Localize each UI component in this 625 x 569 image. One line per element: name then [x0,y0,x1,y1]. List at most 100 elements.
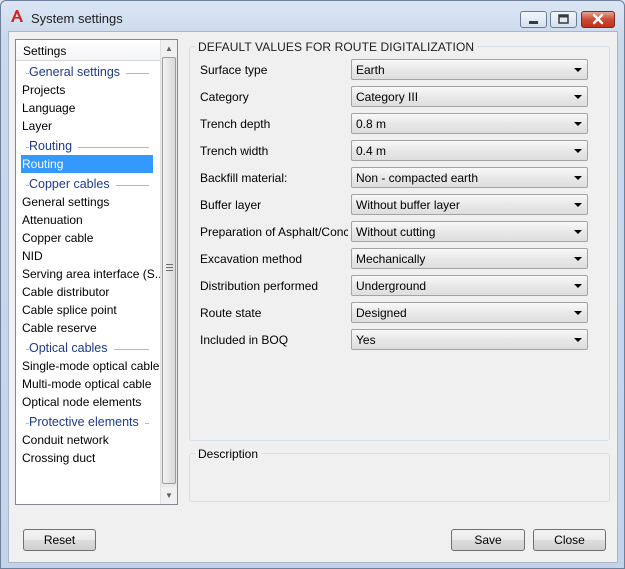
chevron-down-icon [574,311,582,315]
field-label: Trench depth [200,117,271,131]
chevron-down-icon [574,230,582,234]
field-label: Excavation method [200,252,303,266]
dropdown-value: Yes [356,333,376,347]
tree-group-header: Copper cables [16,175,161,193]
tree-group-label: Copper cables [29,177,116,191]
settings-tree: Settings General settings Projects Languag… [15,39,178,505]
scroll-up-arrow-icon[interactable]: ▲ [161,40,177,57]
field-dropdown[interactable]: 0.8 m [351,113,588,134]
field-dropdown[interactable]: Earth [351,59,588,80]
dropdown-value: Underground [356,279,427,293]
field-dropdown[interactable]: Without buffer layer [351,194,588,215]
tree-item[interactable]: Crossing duct [16,449,161,467]
form-row: Category Category III [200,86,600,107]
chevron-down-icon [574,338,582,342]
tree-item[interactable]: Cable reserve [16,319,161,337]
tree-item[interactable]: Attenuation [16,211,161,229]
field-label: Surface type [200,63,268,77]
scrollbar-thumb[interactable] [162,57,176,484]
tree-item[interactable]: General settings [16,193,161,211]
title-bar[interactable]: System settings [1,1,624,33]
chevron-down-icon [574,95,582,99]
maximize-icon [558,14,569,24]
field-dropdown[interactable]: Without cutting [351,221,588,242]
dropdown-value: 0.8 m [356,117,387,131]
scroll-down-arrow-icon[interactable]: ▼ [161,487,177,504]
tree-header: Settings [16,40,161,61]
field-dropdown[interactable]: Category III [351,86,588,107]
description-group: Description [189,447,610,502]
dropdown-value: Earth [356,63,385,77]
tree-item[interactable]: Cable distributor [16,283,161,301]
tree-group-label: Routing [29,139,79,153]
tree-item-selected[interactable]: Routing [21,155,153,173]
tree-group-header: Protective elements [16,413,161,431]
reset-button[interactable]: Reset [23,529,96,551]
dropdown-value: Designed [356,306,407,320]
dropdown-value: Category III [356,90,419,104]
form-row: Included in BOQ Yes [200,329,600,350]
tree-group-header: Routing [16,137,161,155]
field-label: Category [200,90,249,104]
window-close-button[interactable] [581,11,615,28]
chevron-down-icon [574,284,582,288]
dropdown-value: Non - compacted earth [356,171,479,185]
form-row: Backfill material: Non - compacted earth [200,167,600,188]
tree-item[interactable]: NID [16,247,161,265]
form-row: Trench width 0.4 m [200,140,600,161]
close-button[interactable]: Close [533,529,606,551]
form-row: Surface type Earth [200,59,600,80]
field-dropdown[interactable]: Yes [351,329,588,350]
tree-item[interactable]: Conduit network [16,431,161,449]
field-label: Included in BOQ [200,333,289,347]
window-title: System settings [31,11,123,26]
tree-item[interactable]: Serving area interface (S... [16,265,161,283]
form-row: Trench depth 0.8 m [200,113,600,134]
field-dropdown[interactable]: Designed [351,302,588,323]
tree-scrollbar[interactable]: ▲ ▼ [160,40,177,504]
minimize-button[interactable] [520,11,547,28]
grip-icon [166,264,173,273]
field-dropdown[interactable]: Non - compacted earth [351,167,588,188]
field-label: Backfill material: [200,171,288,185]
dropdown-value: Mechanically [356,252,426,266]
form-row: Preparation of Asphalt/Concrete Without c… [200,221,600,242]
tree-item[interactable]: Cable splice point [16,301,161,319]
field-dropdown[interactable]: 0.4 m [351,140,588,161]
field-label: Buffer layer [200,198,262,212]
chevron-down-icon [574,149,582,153]
tree-item[interactable]: Language [16,99,161,117]
tree-group-label: Optical cables [29,341,114,355]
save-button[interactable]: Save [451,529,525,551]
tree-item[interactable]: Layer [16,117,161,135]
field-label: Preparation of Asphalt/Concrete [200,225,348,239]
route-defaults-group: DEFAULT VALUES FOR ROUTE DIGITALIZATION … [189,40,610,441]
field-label: Distribution performed [200,279,319,293]
tree-group-label: Protective elements [29,415,145,429]
form-row: Distribution performed Underground [200,275,600,296]
settings-window: System settings Settings General setting… [0,0,625,569]
field-dropdown[interactable]: Underground [351,275,588,296]
form-row: Route state Designed [200,302,600,323]
chevron-down-icon [574,257,582,261]
tree-group-header: General settings [16,63,161,81]
chevron-down-icon [574,122,582,126]
tree-item[interactable]: Projects [16,81,161,99]
tree-item[interactable]: Copper cable [16,229,161,247]
tree-list: General settings Projects Language Layer Rou… [16,61,161,467]
dialog-body: Settings General settings Projects Languag… [8,31,618,563]
field-label: Trench width [200,144,269,158]
tree-item[interactable]: Multi-mode optical cable [16,375,161,393]
maximize-button[interactable] [550,11,577,28]
field-dropdown[interactable]: Mechanically [351,248,588,269]
app-logo-icon [11,10,23,22]
description-title: Description [195,447,262,461]
chevron-down-icon [574,176,582,180]
dropdown-value: Without cutting [356,225,436,239]
tree-item[interactable]: Single-mode optical cable [16,357,161,375]
form-row: Buffer layer Without buffer layer [200,194,600,215]
tree-group-header: Optical cables [16,339,161,357]
tree-item[interactable]: Optical node elements [16,393,161,411]
chevron-down-icon [574,203,582,207]
minimize-icon [529,21,538,24]
